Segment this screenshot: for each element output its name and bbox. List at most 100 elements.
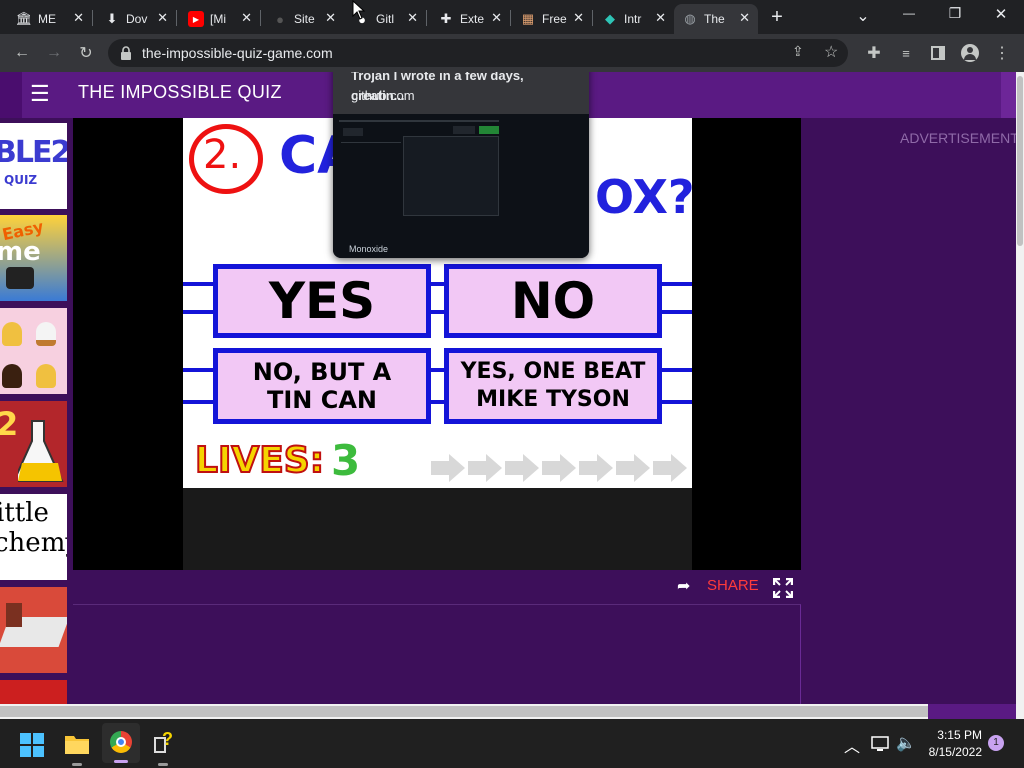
tab-strip: 🏛 ME ✕ ⬇ Dov ✕ ▶ [Mi ✕ ● Site ✕ ● Gitl ✕… — [0, 0, 1024, 34]
tab-8[interactable]: ◆ Intr ✕ — [594, 4, 674, 34]
tab-title: Intr — [624, 12, 642, 26]
chrome-taskbar-button[interactable] — [102, 723, 140, 763]
tab-9-active[interactable]: ◍ The ✕ — [674, 4, 758, 34]
tab-separator — [176, 10, 177, 26]
url-text: the-impossible-quiz-game.com — [142, 45, 333, 61]
skip-arrow-icon[interactable] — [542, 454, 576, 482]
tab-1[interactable]: 🏛 ME ✕ — [8, 4, 92, 34]
answer-3-button[interactable]: NO, BUT A TIN CAN — [213, 348, 431, 424]
clock-date[interactable]: 8/15/2022 — [920, 745, 982, 759]
header-edge — [1001, 72, 1016, 118]
game-thumbnail-4[interactable]: 2 — [0, 401, 67, 487]
shield-icon: ◆ — [605, 11, 615, 26]
preview-repo-name: Monoxide — [349, 244, 389, 254]
browser-toolbar: ← → ↻ the-impossible-quiz-game.com ⇪ ☆ ✚… — [0, 34, 1024, 72]
game-thumbnail-2[interactable]: Easy me — [0, 215, 67, 301]
game-thumbnail-7[interactable] — [0, 680, 67, 704]
bank-icon: 🏛 — [15, 11, 33, 26]
close-tab-icon[interactable]: ✕ — [157, 10, 168, 26]
tab-4[interactable]: ● Site ✕ — [264, 4, 344, 34]
answer-1-button[interactable]: YES — [213, 264, 431, 338]
forward-arrow-icon[interactable]: → — [42, 41, 66, 65]
address-bar[interactable]: the-impossible-quiz-game.com ⇪ ☆ — [108, 39, 848, 67]
network-icon[interactable] — [871, 736, 889, 752]
puzzle-icon: ✚ — [440, 11, 452, 26]
game-thumbnail-1[interactable]: BLE2 QUIZ — [0, 123, 67, 209]
tab-separator — [260, 10, 261, 26]
tab-separator — [510, 10, 511, 26]
share-page-icon[interactable]: ⇪ — [792, 43, 804, 60]
start-icon[interactable] — [20, 733, 44, 757]
site-title[interactable]: THE IMPOSSIBLE QUIZ — [78, 82, 282, 103]
unknown-app-icon[interactable]: ? — [154, 729, 174, 755]
tab-search-icon[interactable]: ⌄ — [852, 6, 874, 28]
skip-arrow-icon[interactable] — [505, 454, 539, 482]
fullscreen-icon[interactable] — [773, 578, 793, 598]
show-hidden-icons-icon[interactable]: ︿ — [844, 733, 860, 757]
tab-title: [Mi — [210, 12, 226, 26]
file-explorer-icon[interactable] — [64, 733, 90, 755]
kebab-menu-icon[interactable]: ⋮ — [990, 41, 1014, 65]
clock-time[interactable]: 3:15 PM — [920, 728, 982, 742]
lives-label: LIVES: — [194, 439, 325, 482]
tab-hover-card: GitHub - whypet/Monoxide: A little Troja… — [333, 72, 589, 258]
profile-avatar-icon[interactable] — [958, 41, 982, 65]
tab-3[interactable]: ▶ [Mi ✕ — [180, 4, 260, 34]
tab-title: Exte — [460, 12, 485, 26]
game-lower-area — [183, 488, 692, 570]
skip-arrow-icon[interactable] — [468, 454, 502, 482]
tab-separator — [426, 10, 427, 26]
answer-2-button[interactable]: NO — [444, 264, 662, 338]
close-tab-icon[interactable]: ✕ — [655, 10, 666, 26]
game-thumbnail-6[interactable] — [0, 587, 67, 673]
ad-column — [808, 118, 1016, 704]
close-tab-icon[interactable]: ✕ — [241, 10, 252, 26]
tab-title: ME — [38, 12, 56, 26]
close-window-button[interactable]: ✕ — [990, 5, 1012, 27]
skip-arrow-icon[interactable] — [653, 454, 687, 482]
tab-6[interactable]: ✚ Exte ✕ — [430, 4, 510, 34]
answer-4-button[interactable]: YES, ONE BEAT MIKE TYSON — [444, 348, 662, 424]
skip-arrow-icon[interactable] — [431, 454, 465, 482]
game-thumbnail-5[interactable]: ittle chemy — [0, 494, 67, 580]
running-indicator — [72, 763, 82, 766]
share-arrow-icon[interactable]: ➦ — [677, 576, 690, 596]
bookmark-star-icon[interactable]: ☆ — [824, 42, 838, 62]
close-tab-icon[interactable]: ✕ — [573, 10, 584, 26]
below-game-area — [73, 604, 801, 704]
skip-arrow-icon[interactable] — [579, 454, 613, 482]
close-tab-icon[interactable]: ✕ — [491, 10, 502, 26]
game-thumbnail-3[interactable] — [0, 308, 67, 394]
close-tab-icon[interactable]: ✕ — [325, 10, 336, 26]
lives-value: 3 — [331, 436, 361, 485]
tab-separator — [592, 10, 593, 26]
side-panel-icon[interactable] — [926, 41, 950, 65]
scrollbar-corner — [1016, 704, 1024, 719]
lock-icon — [121, 46, 131, 60]
minimize-button[interactable]: — — [898, 6, 920, 28]
skip-arrow-icon[interactable] — [616, 454, 650, 482]
tab-2[interactable]: ⬇ Dov ✕ — [96, 4, 176, 34]
hamburger-menu-icon[interactable]: ☰ — [30, 82, 50, 106]
youtube-icon: ▶ — [188, 11, 204, 27]
tab-7[interactable]: ▦ Free ✕ — [512, 4, 592, 34]
hover-card-preview: Monoxide — [333, 114, 589, 258]
close-tab-icon[interactable]: ✕ — [739, 10, 750, 26]
notification-badge[interactable]: 1 — [988, 735, 1004, 751]
close-tab-icon[interactable]: ✕ — [407, 10, 418, 26]
new-tab-button[interactable]: + — [766, 6, 788, 28]
horizontal-scrollbar[interactable] — [0, 704, 1016, 719]
close-tab-icon[interactable]: ✕ — [73, 10, 84, 26]
question-text-right: OX? — [595, 170, 692, 224]
media-control-icon[interactable]: ≡ — [894, 41, 918, 65]
tab-separator — [92, 10, 93, 26]
vertical-scrollbar[interactable] — [1016, 72, 1024, 704]
share-button[interactable]: SHARE — [707, 577, 759, 594]
back-arrow-icon[interactable]: ← — [10, 41, 34, 65]
reload-icon[interactable]: ↻ — [74, 41, 98, 65]
volume-icon[interactable]: 🔈 — [896, 733, 916, 753]
site-header-left-strip — [0, 72, 22, 118]
skip-arrows — [431, 452, 690, 484]
restore-button[interactable]: ❐ — [944, 5, 966, 27]
extensions-puzzle-icon[interactable]: ✚ — [862, 41, 886, 65]
